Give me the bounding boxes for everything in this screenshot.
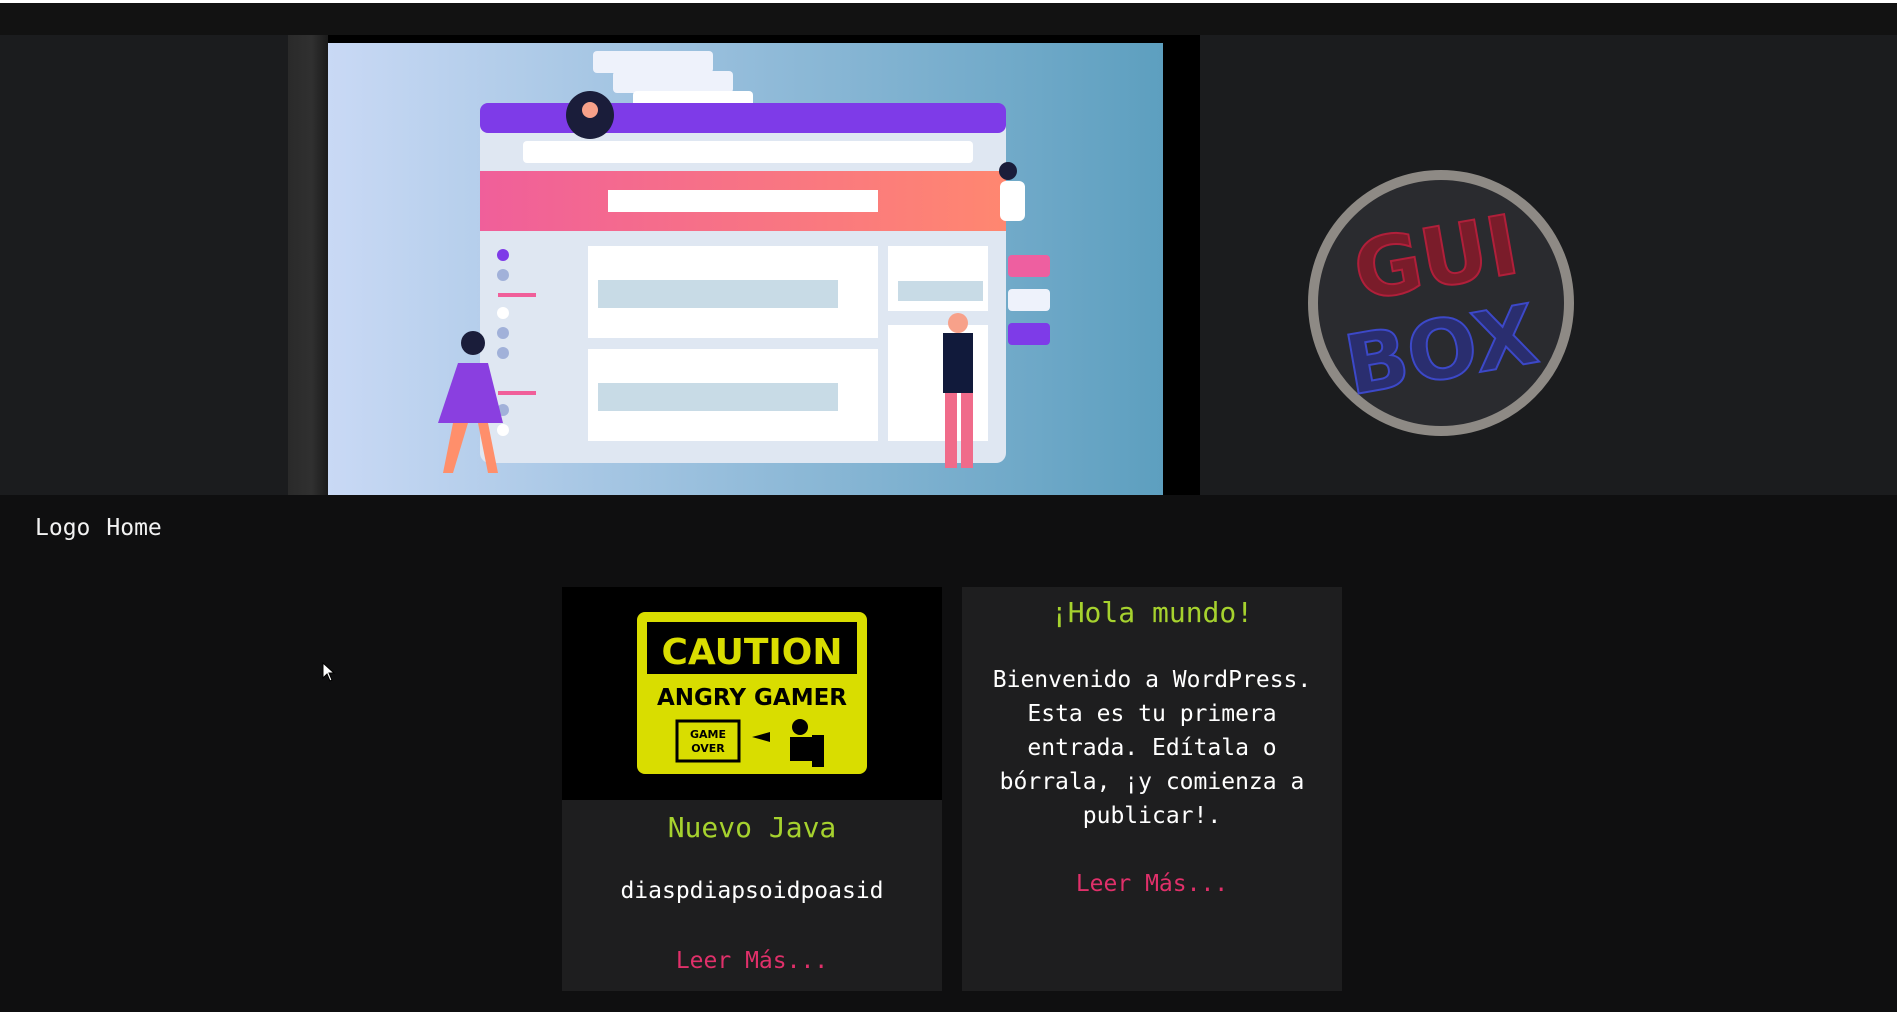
hero-frame-strip [288,35,328,495]
post-excerpt: Bienvenido a WordPress. Esta es tu prime… [992,667,1312,829]
post-title[interactable]: ¡Hola mundo! [962,593,1342,633]
main-nav: Logo Home [35,515,162,545]
top-bar [0,0,1897,35]
post-card: ¡Hola mundo! Bienvenido a WordPress. Est… [962,587,1342,991]
nav-logo[interactable]: Logo [35,515,90,545]
angry-gamer-text: ANGRY GAMER [657,685,847,711]
read-more-link[interactable]: Leer Más... [1076,871,1228,897]
nav-home[interactable]: Home [106,515,161,545]
guibox-logo: GUI BOX [1306,168,1576,438]
game-over-text-1: GAME [690,728,726,741]
hero-illustration [328,43,1163,495]
caution-text: CAUTION [661,632,842,673]
read-more-link[interactable]: Leer Más... [676,948,828,974]
post-thumbnail[interactable]: CAUTION ANGRY GAMER GAME OVER [562,587,942,800]
mouse-cursor-icon [322,661,336,686]
post-card: CAUTION ANGRY GAMER GAME OVER Nuevo Java… [562,587,942,991]
game-over-text-2: OVER [691,742,725,755]
post-title[interactable]: Nuevo Java [562,808,942,848]
post-excerpt: diaspdiapsoidpoasid [620,878,884,904]
